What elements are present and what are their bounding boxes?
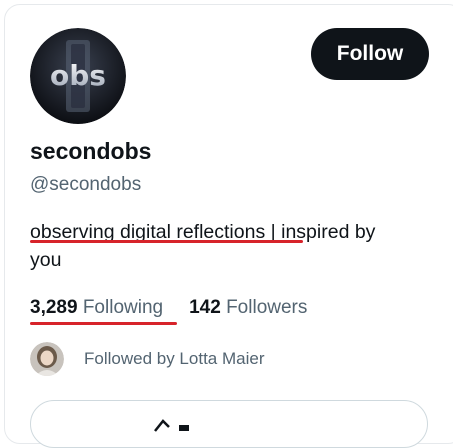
followers-stat[interactable]: 142 Followers <box>189 297 307 319</box>
svg-text:obs: obs <box>50 59 106 92</box>
profile-link-button[interactable] <box>30 400 428 448</box>
following-stat[interactable]: 3,289 Following <box>30 297 163 319</box>
followed-by-text: Followed by Lotta Maier <box>84 349 265 368</box>
followers-count: 142 <box>189 297 221 318</box>
partial-icon <box>154 419 189 432</box>
bio-text-line2: you <box>30 249 62 271</box>
user-handle[interactable]: @secondobs <box>30 174 141 196</box>
display-name[interactable]: secondobs <box>30 138 151 165</box>
followed-by-row[interactable]: Followed by Lotta Maier <box>30 341 264 377</box>
bio-underline-annotation <box>30 240 303 243</box>
follow-stats: 3,289 Following 142 Followers <box>30 297 307 319</box>
profile-avatar[interactable]: obs <box>30 28 126 124</box>
followers-label: Followers <box>226 297 308 318</box>
profile-bio: observing digital reflections | inspired… <box>30 218 440 274</box>
follow-button[interactable]: Follow <box>311 28 429 80</box>
following-count: 3,289 <box>30 297 78 318</box>
following-underline-annotation <box>30 322 177 325</box>
following-label: Following <box>82 297 164 318</box>
follower-avatar <box>30 342 64 376</box>
